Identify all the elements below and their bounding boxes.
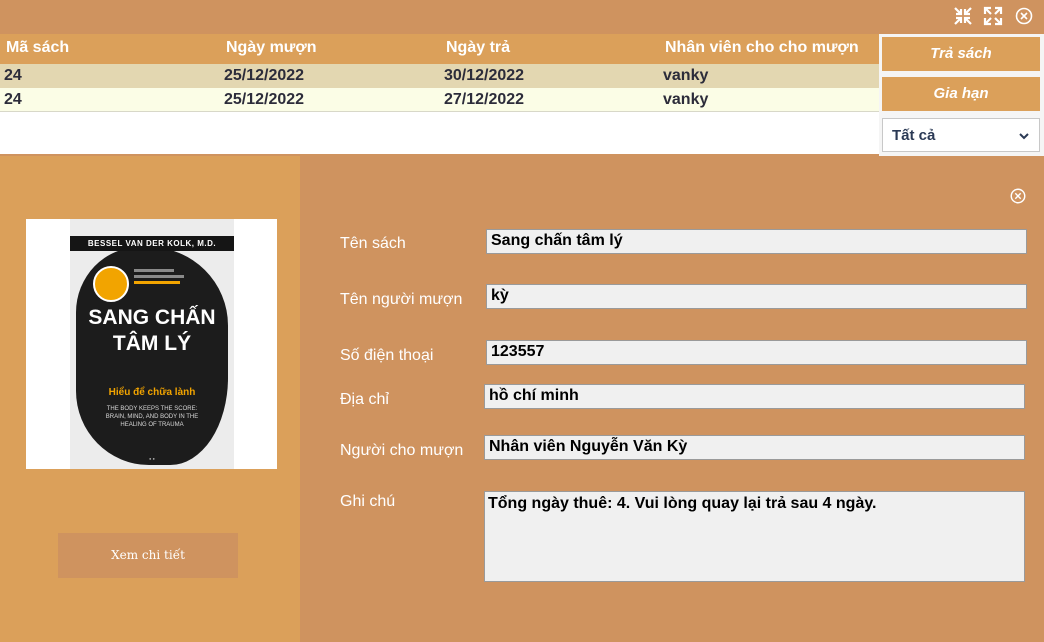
borrow-table: Mã sách Ngày mượn Ngày trả Nhân viên cho…	[0, 34, 879, 154]
table-header: Mã sách Ngày mượn Ngày trả Nhân viên cho…	[0, 34, 879, 64]
minimize-icon[interactable]	[953, 6, 973, 26]
borrower-label: Tên người mượn	[340, 291, 463, 308]
cell-return-date: 30/12/2022	[444, 67, 525, 84]
book-name-label: Tên sách	[340, 235, 406, 252]
lender-label: Người cho mượn	[340, 442, 464, 459]
cover-author: BESSEL VAN DER KOLK, M.D.	[70, 236, 234, 251]
cell-return-date: 27/12/2022	[444, 91, 525, 108]
cover-english-title: THE BODY KEEPS THE SCORE: BRAIN, MIND, A…	[105, 406, 199, 428]
close-detail-icon[interactable]	[1009, 187, 1027, 205]
column-header-staff[interactable]: Nhân viên cho cho mượn	[665, 39, 859, 57]
cover-subtitle: Hiểu để chữa lành	[108, 387, 196, 398]
return-book-button[interactable]: Trả sách	[882, 37, 1040, 71]
action-panel: Trả sách Gia hạn Tất cả	[879, 34, 1044, 156]
filter-selected-value: Tất cả	[892, 127, 936, 144]
lender-field[interactable]: Nhân viên Nguyễn Văn Kỳ	[484, 435, 1025, 460]
address-field[interactable]: hồ chí minh	[484, 384, 1025, 409]
close-icon[interactable]	[1014, 6, 1034, 26]
cell-book-id: 24	[4, 67, 22, 84]
cell-borrow-date: 25/12/2022	[224, 67, 305, 84]
borrower-field[interactable]: kỳ	[486, 284, 1027, 309]
address-label: Địa chỉ	[340, 391, 389, 408]
column-header-book-id[interactable]: Mã sách	[6, 39, 69, 57]
column-header-borrow-date[interactable]: Ngày mượn	[226, 39, 317, 57]
note-textarea[interactable]: Tổng ngày thuê: 4. Vui lòng quay lại trả…	[484, 491, 1025, 582]
book-name-field[interactable]: Sang chấn tâm lý	[486, 229, 1027, 254]
publisher-logos: ● ●	[149, 456, 155, 461]
cell-staff: vanky	[663, 91, 709, 108]
phone-label: Số điện thoại	[340, 347, 434, 364]
column-header-return-date[interactable]: Ngày trả	[446, 39, 510, 57]
extend-button[interactable]: Gia hạn	[882, 77, 1040, 111]
phone-field[interactable]: 123557	[486, 340, 1027, 365]
chevron-down-icon	[1019, 133, 1029, 140]
filter-dropdown[interactable]: Tất cả	[882, 118, 1040, 152]
cell-book-id: 24	[4, 91, 22, 108]
title-bar	[0, 0, 1044, 34]
cover-credits	[134, 269, 194, 287]
book-cover-frame: BESSEL VAN DER KOLK, M.D. SANG CHẤN TÂM …	[26, 219, 277, 469]
cell-staff: vanky	[663, 67, 709, 84]
book-preview-panel: BESSEL VAN DER KOLK, M.D. SANG CHẤN TÂM …	[0, 156, 300, 642]
note-label: Ghi chú	[340, 493, 396, 510]
table-row[interactable]: 24 25/12/2022 30/12/2022 vanky	[0, 64, 879, 88]
book-cover-image: BESSEL VAN DER KOLK, M.D. SANG CHẤN TÂM …	[70, 219, 234, 469]
view-details-button[interactable]: Xem chi tiết	[58, 533, 238, 578]
maximize-icon[interactable]	[983, 6, 1003, 26]
award-badge-icon	[93, 266, 129, 302]
cell-borrow-date: 25/12/2022	[224, 91, 305, 108]
table-row[interactable]: 24 25/12/2022 27/12/2022 vanky	[0, 88, 879, 112]
cover-title: SANG CHẤN TÂM LÝ	[88, 306, 216, 355]
